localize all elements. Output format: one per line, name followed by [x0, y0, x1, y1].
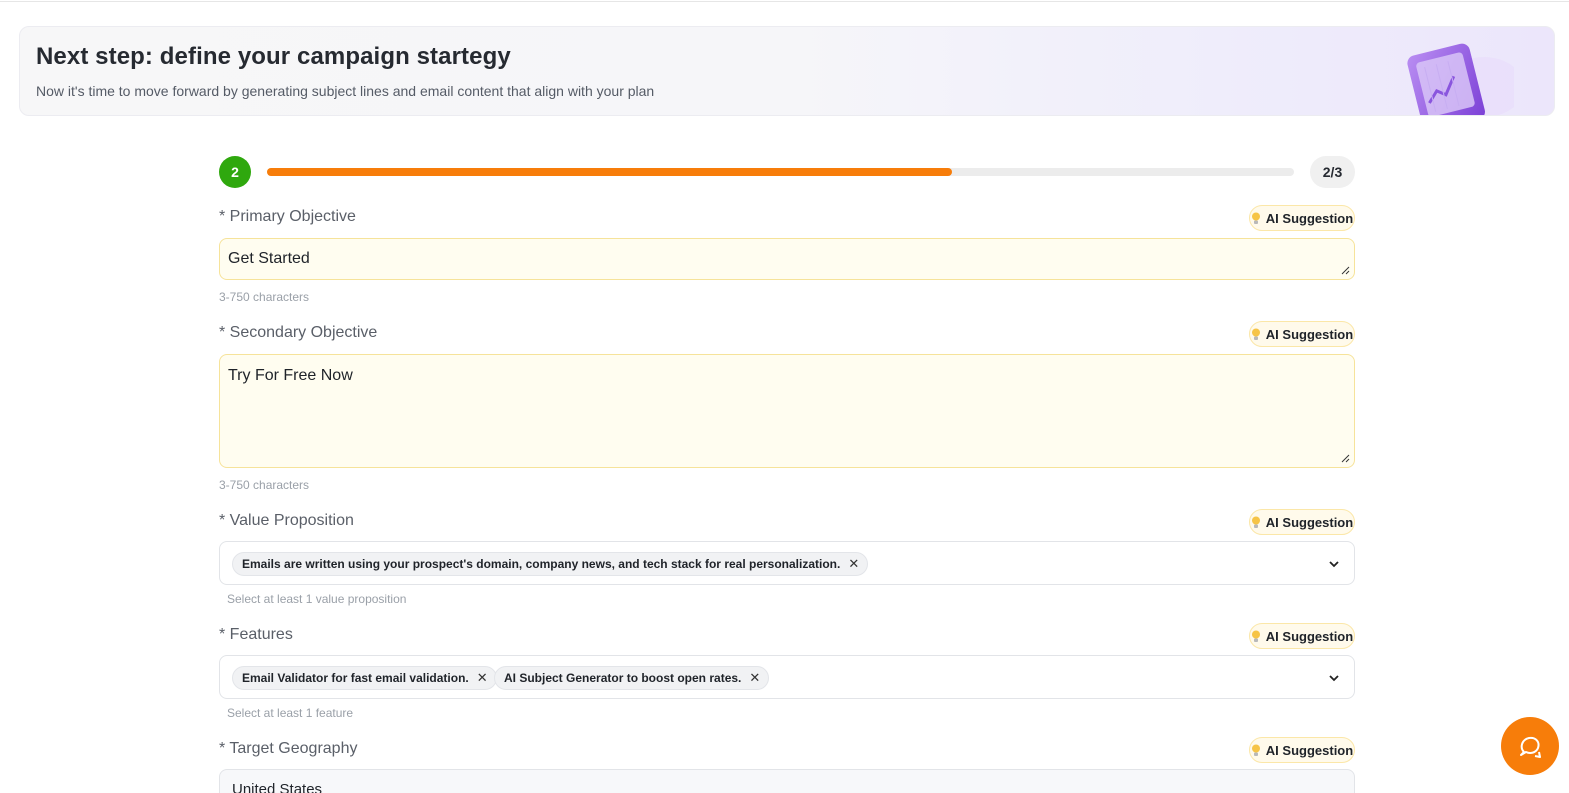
value-proposition-ai-suggestion-button[interactable]: AI Suggestion [1249, 509, 1355, 535]
lightbulb-icon [1251, 744, 1260, 756]
target-geography-value: United States [232, 781, 323, 793]
feature-tag: Email Validator for fast email validatio… [232, 666, 497, 690]
secondary-objective-input[interactable]: Try For Free Now [219, 354, 1355, 468]
ai-suggestion-label: AI Suggestion [1265, 742, 1354, 758]
value-proposition-label: * Value Proposition [219, 512, 354, 529]
resize-handle-icon[interactable] [1340, 453, 1350, 463]
top-divider [0, 0, 1569, 2]
value-proposition-hint: Select at least 1 value proposition [227, 592, 407, 606]
campaign-banner: Next step: define your campaign startegy… [19, 26, 1555, 116]
secondary-ai-suggestion-button[interactable]: AI Suggestion [1249, 321, 1355, 347]
value-proposition-select[interactable]: Emails are written using your prospect's… [219, 541, 1355, 585]
strategy-illustration-icon [1407, 43, 1514, 115]
close-icon[interactable]: ✕ [477, 670, 488, 686]
ai-suggestion-label: AI Suggestion [1265, 326, 1354, 342]
banner-title: Next step: define your campaign startegy [36, 43, 511, 70]
geography-ai-suggestion-button[interactable]: AI Suggestion [1249, 737, 1355, 763]
features-label: * Features [219, 626, 293, 643]
lightbulb-icon [1251, 516, 1260, 528]
progress-bar-fill [267, 168, 952, 176]
current-step-indicator: 2 [219, 156, 251, 188]
value-proposition-tag: Emails are written using your prospect's… [232, 552, 869, 576]
secondary-objective-label: * Secondary Objective [219, 324, 378, 341]
features-hint: Select at least 1 feature [227, 706, 354, 720]
primary-objective-label: * Primary Objective [219, 208, 356, 225]
target-geography-input[interactable]: United States [219, 769, 1355, 793]
resize-handle-icon[interactable] [1340, 265, 1350, 275]
banner-subtitle: Now it's time to move forward by generat… [36, 83, 655, 99]
lightbulb-icon [1251, 328, 1260, 340]
close-icon[interactable]: ✕ [848, 556, 859, 572]
primary-objective-hint: 3-750 characters [219, 290, 310, 304]
step-counter: 2/3 [1310, 156, 1355, 188]
features-select[interactable]: Email Validator for fast email validatio… [219, 655, 1355, 699]
primary-ai-suggestion-button[interactable]: AI Suggestion [1249, 205, 1355, 231]
chevron-down-icon[interactable] [1327, 557, 1341, 571]
lightbulb-icon [1251, 212, 1260, 224]
primary-objective-value: Get Started [228, 250, 310, 267]
ai-suggestion-label: AI Suggestion [1265, 628, 1354, 644]
progress-bar [267, 168, 1294, 176]
tag-label: AI Subject Generator to boost open rates… [504, 671, 742, 685]
close-icon[interactable]: ✕ [749, 670, 760, 686]
chat-bubble-icon [1520, 736, 1541, 758]
secondary-objective-hint: 3-750 characters [219, 478, 310, 492]
chevron-down-icon[interactable] [1327, 671, 1341, 685]
primary-objective-input[interactable]: Get Started [219, 238, 1355, 280]
lightbulb-icon [1251, 630, 1260, 642]
ai-suggestion-label: AI Suggestion [1265, 514, 1354, 530]
chat-support-button[interactable] [1501, 717, 1559, 775]
tag-label: Email Validator for fast email validatio… [242, 671, 469, 685]
ai-suggestion-label: AI Suggestion [1265, 210, 1354, 226]
secondary-objective-value: Try For Free Now [228, 367, 353, 384]
tag-label: Emails are written using your prospect's… [242, 557, 841, 571]
features-ai-suggestion-button[interactable]: AI Suggestion [1249, 623, 1355, 649]
feature-tag: AI Subject Generator to boost open rates… [494, 666, 770, 690]
target-geography-label: * Target Geography [219, 740, 358, 757]
